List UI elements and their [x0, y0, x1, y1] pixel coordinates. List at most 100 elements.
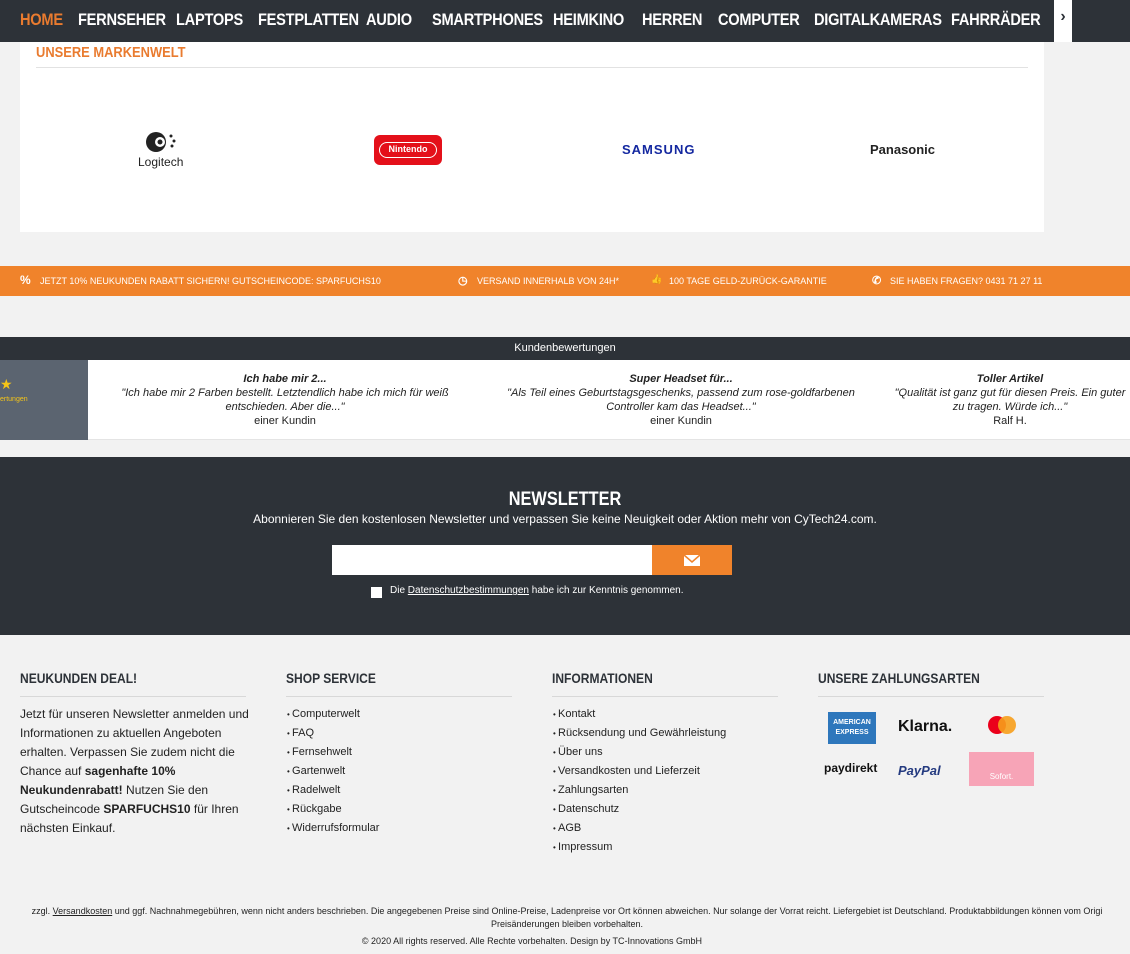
star-icon: ★	[0, 376, 13, 392]
consent-suffix: habe ich zur Kenntnis genommen.	[531, 585, 684, 596]
shipping-costs-link[interactable]: Versandkosten	[53, 906, 113, 916]
envelope-icon	[683, 554, 701, 566]
footer-column-payment: UNSERE ZAHLUNGSARTEN	[818, 670, 1044, 697]
promo-bar: % JETZT 10% NEUKUNDEN RABATT SICHERN! GU…	[0, 266, 1130, 296]
nav-item-smartphones[interactable]: SMARTPHONES	[432, 10, 543, 30]
newsletter-submit-button[interactable]	[652, 545, 732, 575]
promo-rabatt: JETZT 10% NEUKUNDEN RABATT SICHERN! GUTS…	[40, 276, 381, 286]
thumbs-up-icon: 👍	[651, 274, 663, 284]
footer-info-list: Kontakt Rücksendung und Gewährleistung Ü…	[553, 705, 726, 857]
nav-item-heimkino[interactable]: HEIMKINO	[553, 10, 624, 30]
brands-divider	[36, 67, 1028, 68]
top-navigation: HOME FERNSEHER LAPTOPS FESTPLATTEN AUDIO…	[0, 0, 1130, 42]
nav-item-fahrraeder[interactable]: FAHRRÄDER	[951, 10, 1041, 30]
review-author: einer Kundin	[650, 415, 712, 427]
consent-prefix: Die	[390, 585, 406, 596]
newsletter-title: NEWSLETTER	[508, 489, 622, 510]
nav-next-arrow-icon[interactable]: ›	[1054, 0, 1072, 42]
clock-icon: ◷	[458, 275, 468, 287]
promo-garantie: 100 TAGE GELD-ZURÜCK-GARANTIE	[669, 276, 827, 286]
footer-link[interactable]: Widerrufsformular	[287, 819, 379, 838]
footer-link[interactable]: Rücksendung und Gewährleistung	[553, 724, 726, 743]
footer-link[interactable]: Computerwelt	[287, 705, 379, 724]
mastercard-logo-icon	[988, 716, 1016, 734]
review-author: Ralf H.	[993, 415, 1027, 427]
nintendo-logo[interactable]: Nintendo	[374, 135, 442, 165]
footer-column-info: INFORMATIONEN	[552, 670, 778, 697]
footer-link[interactable]: Fernsehwelt	[287, 743, 379, 762]
footer-deal-title: NEUKUNDEN DEAL!	[20, 670, 138, 686]
footer-link[interactable]: Rückgabe	[287, 800, 379, 819]
footer-link[interactable]: Versandkosten und Lieferzeit	[553, 762, 726, 781]
footer-deal-text: Jetzt für unseren Newsletter anmelden un…	[20, 705, 256, 838]
footer-link[interactable]: Gartenwelt	[287, 762, 379, 781]
sofort-logo: Sofort.	[969, 752, 1034, 786]
review-card[interactable]: Ich habe mir 2... "Ich habe mir 2 Farben…	[110, 372, 460, 428]
newsletter-section: NEWSLETTER Abonnieren Sie den kostenlose…	[0, 457, 1130, 635]
nav-item-audio[interactable]: AUDIO	[366, 10, 412, 30]
privacy-checkbox[interactable]	[371, 587, 382, 598]
footer-divider	[286, 696, 512, 697]
footer-column-service: SHOP SERVICE	[286, 670, 512, 697]
rating-badge-label: ertungen	[0, 396, 28, 403]
paydirekt-logo: paydirekt	[824, 761, 878, 775]
footer-link[interactable]: Zahlungsarten	[553, 781, 726, 800]
nav-item-laptops[interactable]: LAPTOPS	[176, 10, 243, 30]
footer-payment-title: UNSERE ZAHLUNGSARTEN	[818, 670, 980, 686]
review-author: einer Kundin	[254, 415, 316, 427]
brands-title: UNSERE MARKENWELT	[36, 44, 186, 61]
review-text: "Als Teil eines Geburtstagsgeschenks, pa…	[507, 387, 855, 413]
phone-icon: ✆	[872, 275, 882, 287]
footer-service-title: SHOP SERVICE	[286, 670, 376, 686]
panasonic-logo[interactable]: Panasonic	[870, 142, 935, 157]
footer-divider	[818, 696, 1044, 697]
newsletter-subtitle: Abonnieren Sie den kostenlosen Newslette…	[253, 512, 877, 526]
privacy-consent-text: Die Datenschutzbestimmungen habe ich zur…	[390, 585, 684, 596]
nav-item-herren[interactable]: HERREN	[642, 10, 702, 30]
newsletter-email-input[interactable]	[332, 545, 652, 575]
percent-icon: %	[20, 273, 31, 287]
legal-text: und ggf. Nachnahmegebühren, wenn nicht a…	[114, 906, 1103, 916]
logitech-logo-icon[interactable]	[144, 128, 178, 156]
footer-link[interactable]: Impressum	[553, 838, 726, 857]
promo-versand: VERSAND INNERHALB VON 24H*	[477, 276, 620, 286]
klarna-logo: Klarna.	[898, 718, 953, 735]
footer-link[interactable]: Kontakt	[553, 705, 726, 724]
nav-item-digitalkameras[interactable]: DIGITALKAMERAS	[814, 10, 942, 30]
review-title: Toller Artikel	[976, 373, 1044, 385]
legal-prefix: zzgl.	[31, 906, 51, 916]
review-text: "Ich habe mir 2 Farben bestellt. Letzten…	[121, 387, 449, 413]
footer-service-list: Computerwelt FAQ Fernsehwelt Gartenwelt …	[287, 705, 379, 838]
footer-link[interactable]: Datenschutz	[553, 800, 726, 819]
footer-link[interactable]: AGB	[553, 819, 726, 838]
review-title: Ich habe mir 2...	[243, 373, 327, 385]
nav-item-fernseher[interactable]: FERNSEHER	[78, 10, 166, 30]
samsung-logo[interactable]: SAMSUNG	[622, 142, 695, 157]
review-text: "Qualität ist ganz gut für diesen Preis.…	[894, 387, 1126, 413]
privacy-policy-link[interactable]: Datenschutzbestimmungen	[408, 585, 529, 596]
footer-link[interactable]: Radelwelt	[287, 781, 379, 800]
promo-fragen[interactable]: SIE HABEN FRAGEN? 0431 71 27 11	[890, 276, 1042, 286]
review-card[interactable]: Super Headset für... "Als Teil eines Geb…	[496, 372, 866, 428]
rating-badge[interactable]: ★ ertungen	[0, 360, 88, 440]
amex-logo: AMERICAN EXPRESS	[828, 712, 876, 744]
logitech-logo-label: Logitech	[138, 155, 184, 169]
paypal-logo: PayPal	[898, 763, 941, 778]
footer-divider	[20, 696, 246, 697]
copyright: © 2020 All rights reserved. Alle Rechte …	[361, 936, 703, 946]
nav-item-computer[interactable]: COMPUTER	[718, 10, 800, 30]
legal-notice: zzgl. Versandkosten und ggf. Nachnahmege…	[0, 905, 1130, 931]
review-title: Super Headset für...	[629, 373, 733, 385]
footer-divider	[552, 696, 778, 697]
nav-item-home[interactable]: HOME	[20, 10, 63, 30]
brand-section: UNSERE MARKENWELT Logitech Nintendo SAMS…	[20, 42, 1044, 232]
review-card[interactable]: Toller Artikel "Qualität ist ganz gut fü…	[890, 372, 1130, 428]
deal-coupon-code: SPARFUCHS10	[103, 802, 191, 816]
footer-link[interactable]: FAQ	[287, 724, 379, 743]
nav-item-festplatten[interactable]: FESTPLATTEN	[258, 10, 359, 30]
reviews-header: Kundenbewertungen	[0, 337, 1130, 360]
reviews-strip: ★ ertungen Ich habe mir 2... "Ich habe m…	[0, 360, 1130, 440]
footer-info-title: INFORMATIONEN	[552, 670, 653, 686]
footer-link[interactable]: Über uns	[553, 743, 726, 762]
nintendo-logo-label: Nintendo	[379, 142, 437, 158]
